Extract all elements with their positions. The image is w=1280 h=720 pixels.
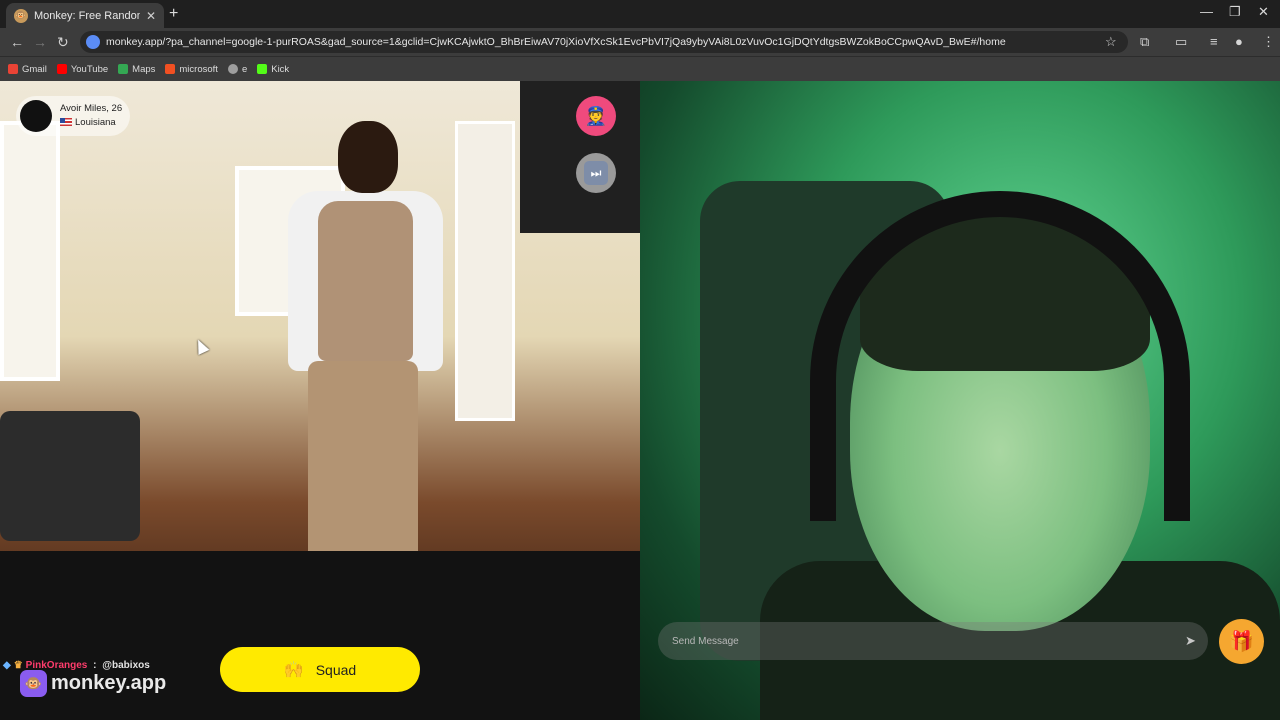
close-tab-icon[interactable]: ✕ [146,9,156,23]
brand-name: monkey.app [51,672,167,694]
avatar [20,100,52,132]
maps-icon [118,64,129,74]
office-chair [0,411,140,541]
person-vest [318,201,413,361]
extensions-icon[interactable]: ⧉ [1140,34,1149,50]
police-icon: 👮 [584,105,608,126]
minimize-icon[interactable]: — [1200,4,1213,19]
user-info: Avoir Miles, 26 Louisiana [60,102,122,130]
bookmark-youtube[interactable]: YouTube [56,64,108,75]
bookmark-maps[interactable]: Maps [118,64,155,75]
skip-button[interactable]: ⏭ [576,153,616,193]
skip-icon: ⏭ [584,161,608,185]
url-text: monkey.app/?pa_channel=google-1-purROAS&… [106,36,1006,48]
gmail-icon [8,64,18,74]
remote-video [0,81,640,720]
tab-strip: 🐵 Monkey: Free Random Vide ✕ + — ❐ ✕ [0,0,1280,28]
site-info-icon[interactable] [86,35,100,49]
monkey-icon: 🐵 [14,8,28,23]
forward-icon[interactable]: → [33,34,47,50]
globe-icon [227,64,238,74]
kick-icon [257,64,268,74]
person-head [338,121,398,193]
user-location: Louisiana [75,117,116,128]
new-tab-icon[interactable]: + [169,5,178,23]
address-bar[interactable]: monkey.app/?pa_channel=google-1-purROAS&… [80,31,1128,53]
user-name-age: Avoir Miles, 26 [60,103,123,114]
remote-user-chip[interactable]: Avoir Miles, 26 Louisiana [16,96,130,136]
send-icon[interactable]: ➤ [1185,633,1196,649]
restore-icon[interactable]: ❐ [1229,4,1241,20]
message-box [658,622,1208,660]
raised-hands-icon: 🙌 [283,661,304,679]
bookmark-star-icon[interactable]: ☆ [1105,34,1117,50]
person-pants [308,361,418,581]
squad-button[interactable]: 🙌 Squad [220,647,420,692]
gift-button[interactable]: 🎁 [1219,619,1264,664]
brand-watermark: 🐵 monkey.app [20,670,166,697]
report-button[interactable]: 👮 [576,96,616,136]
back-icon[interactable]: ← [10,34,24,50]
monkey-logo-icon: 🐵 [20,670,47,697]
user-location-row: Louisiana [60,116,122,130]
send-message-input[interactable] [672,632,1152,650]
media-icon[interactable]: ≡ [1210,34,1218,49]
bookmark-gmail[interactable]: Gmail [8,64,47,75]
bookmarks-bar: Gmail YouTube Maps microsoft e Kick [0,56,1280,81]
microsoft-icon [165,64,176,74]
gift-icon: 🎁 [1229,631,1254,653]
browser-tab[interactable]: 🐵 Monkey: Free Random Vide ✕ [6,3,164,28]
menu-icon[interactable]: ⋮ [1262,34,1275,50]
window-left [0,121,60,381]
us-flag-icon [60,118,72,126]
tab-title: Monkey: Free Random Vide [34,9,140,22]
profile-avatar[interactable]: ● [1235,34,1243,49]
bookmark-kick[interactable]: Kick [257,64,289,75]
door [455,121,515,421]
cube-icon: ◆ [3,660,11,671]
squad-label: Squad [315,661,357,678]
bookmark-e[interactable]: e [227,64,247,75]
reload-icon[interactable]: ↻ [57,34,69,51]
cast-icon[interactable]: ▭ [1175,34,1187,50]
browser-chrome: 🐵 Monkey: Free Random Vide ✕ + — ❐ ✕ ← →… [0,0,1280,81]
remote-person [278,121,453,601]
youtube-icon [56,64,67,74]
close-window-icon[interactable]: ✕ [1258,4,1269,20]
bookmark-microsoft[interactable]: microsoft [165,64,218,75]
